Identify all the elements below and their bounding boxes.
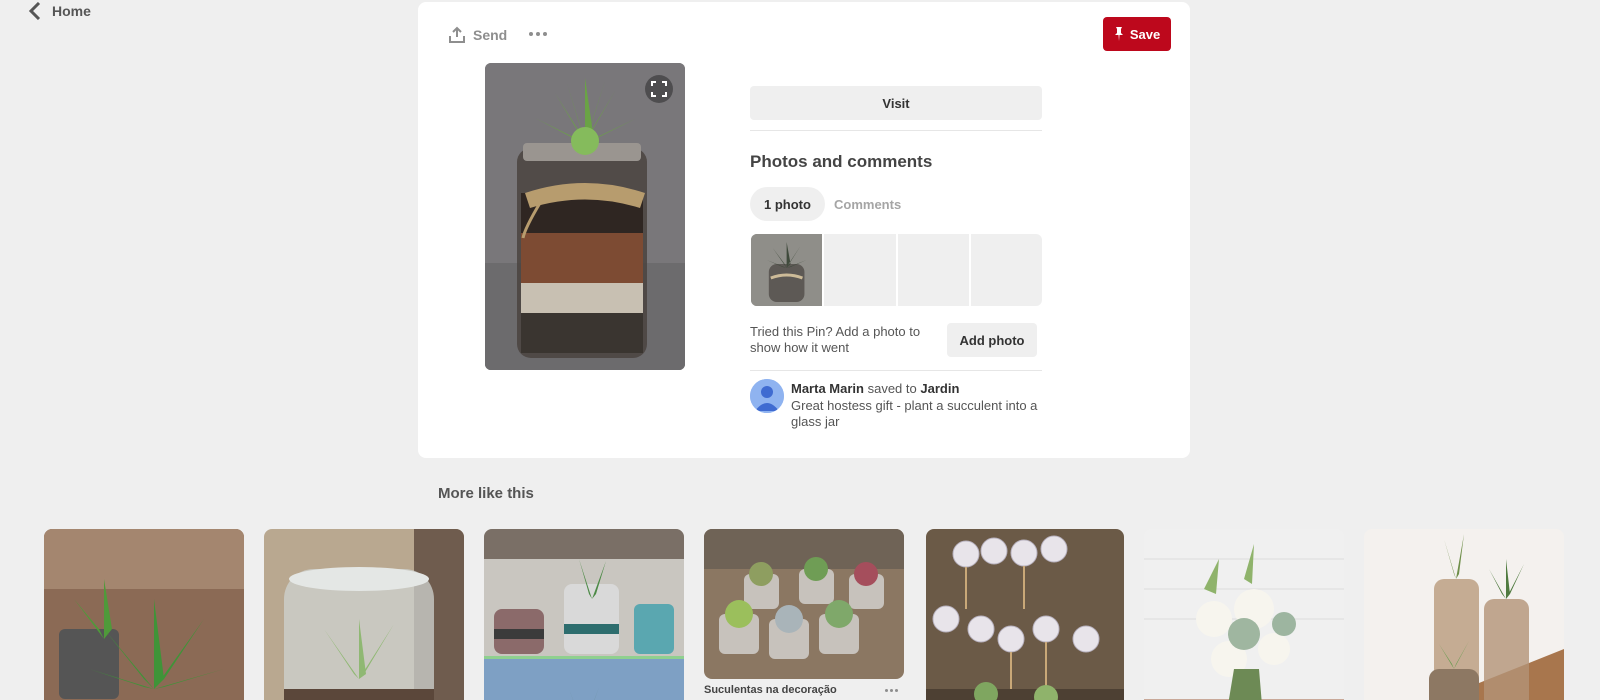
home-link[interactable]: Home bbox=[28, 2, 91, 20]
related-pin[interactable] bbox=[264, 529, 464, 700]
chevron-left-icon bbox=[28, 2, 41, 20]
tried-photo-image bbox=[751, 234, 823, 306]
tab-comments[interactable]: Comments bbox=[820, 187, 915, 221]
related-pin[interactable] bbox=[1144, 529, 1344, 700]
add-photo-button[interactable]: Add photo bbox=[947, 323, 1037, 357]
related-pin[interactable] bbox=[704, 529, 904, 679]
divider bbox=[750, 130, 1042, 131]
send-button[interactable]: Send bbox=[448, 26, 507, 44]
photos-comments-title: Photos and comments bbox=[750, 152, 933, 171]
pin-icon bbox=[1114, 27, 1123, 41]
related-pin-image bbox=[1364, 529, 1564, 700]
board-link[interactable]: Jardin bbox=[920, 381, 959, 396]
related-pin-image bbox=[264, 529, 464, 700]
empty-photo-slot bbox=[897, 234, 969, 306]
related-pin-caption: Suculentas na decoração bbox=[704, 684, 837, 696]
ellipsis-icon bbox=[885, 688, 888, 692]
ellipsis-icon bbox=[529, 32, 533, 36]
pin-image[interactable] bbox=[485, 63, 685, 370]
related-pin-image bbox=[484, 529, 684, 700]
empty-photo-slot bbox=[970, 234, 1042, 306]
related-pin-caption-row: Suculentas na decoração bbox=[704, 684, 904, 696]
succulent-jar-image bbox=[485, 63, 685, 370]
related-pin-image bbox=[44, 529, 244, 700]
visit-button[interactable]: Visit bbox=[750, 86, 1042, 120]
tried-photos-grid bbox=[751, 234, 1042, 306]
save-label: Save bbox=[1129, 26, 1161, 42]
home-label: Home bbox=[52, 3, 91, 19]
pin-more-options-button[interactable] bbox=[885, 688, 904, 692]
user-icon bbox=[750, 379, 784, 413]
related-pin-image bbox=[1144, 529, 1344, 700]
more-like-this-title: More like this bbox=[438, 485, 534, 502]
related-pin-image bbox=[704, 529, 904, 679]
pin-description: Great hostess gift - plant a succulent i… bbox=[791, 398, 1038, 429]
tab-photos[interactable]: 1 photo bbox=[750, 187, 825, 221]
expand-icon bbox=[651, 81, 667, 97]
save-button[interactable]: Save bbox=[1103, 17, 1171, 51]
share-icon bbox=[449, 26, 465, 43]
saver-name-link[interactable]: Marta Marin bbox=[791, 381, 864, 396]
send-label: Send bbox=[473, 27, 508, 43]
expand-button[interactable] bbox=[645, 75, 673, 103]
tried-pin-text: Tried this Pin? Add a photo to show how … bbox=[750, 324, 921, 355]
saved-action: saved to bbox=[867, 381, 917, 396]
tried-photo-thumbnail[interactable] bbox=[751, 234, 823, 306]
avatar[interactable] bbox=[750, 379, 784, 413]
related-pin[interactable] bbox=[484, 529, 684, 700]
saved-by-line: Marta Marin saved to Jardin bbox=[791, 381, 959, 396]
empty-photo-slot bbox=[824, 234, 896, 306]
related-pin-image bbox=[926, 529, 1124, 700]
more-options-button[interactable] bbox=[526, 24, 550, 44]
related-pin[interactable] bbox=[44, 529, 244, 700]
pin-card: Send Save Visit Photos and comments 1 ph… bbox=[418, 2, 1190, 458]
divider bbox=[750, 370, 1042, 371]
related-pin[interactable] bbox=[1364, 529, 1564, 700]
related-pin[interactable] bbox=[926, 529, 1124, 700]
